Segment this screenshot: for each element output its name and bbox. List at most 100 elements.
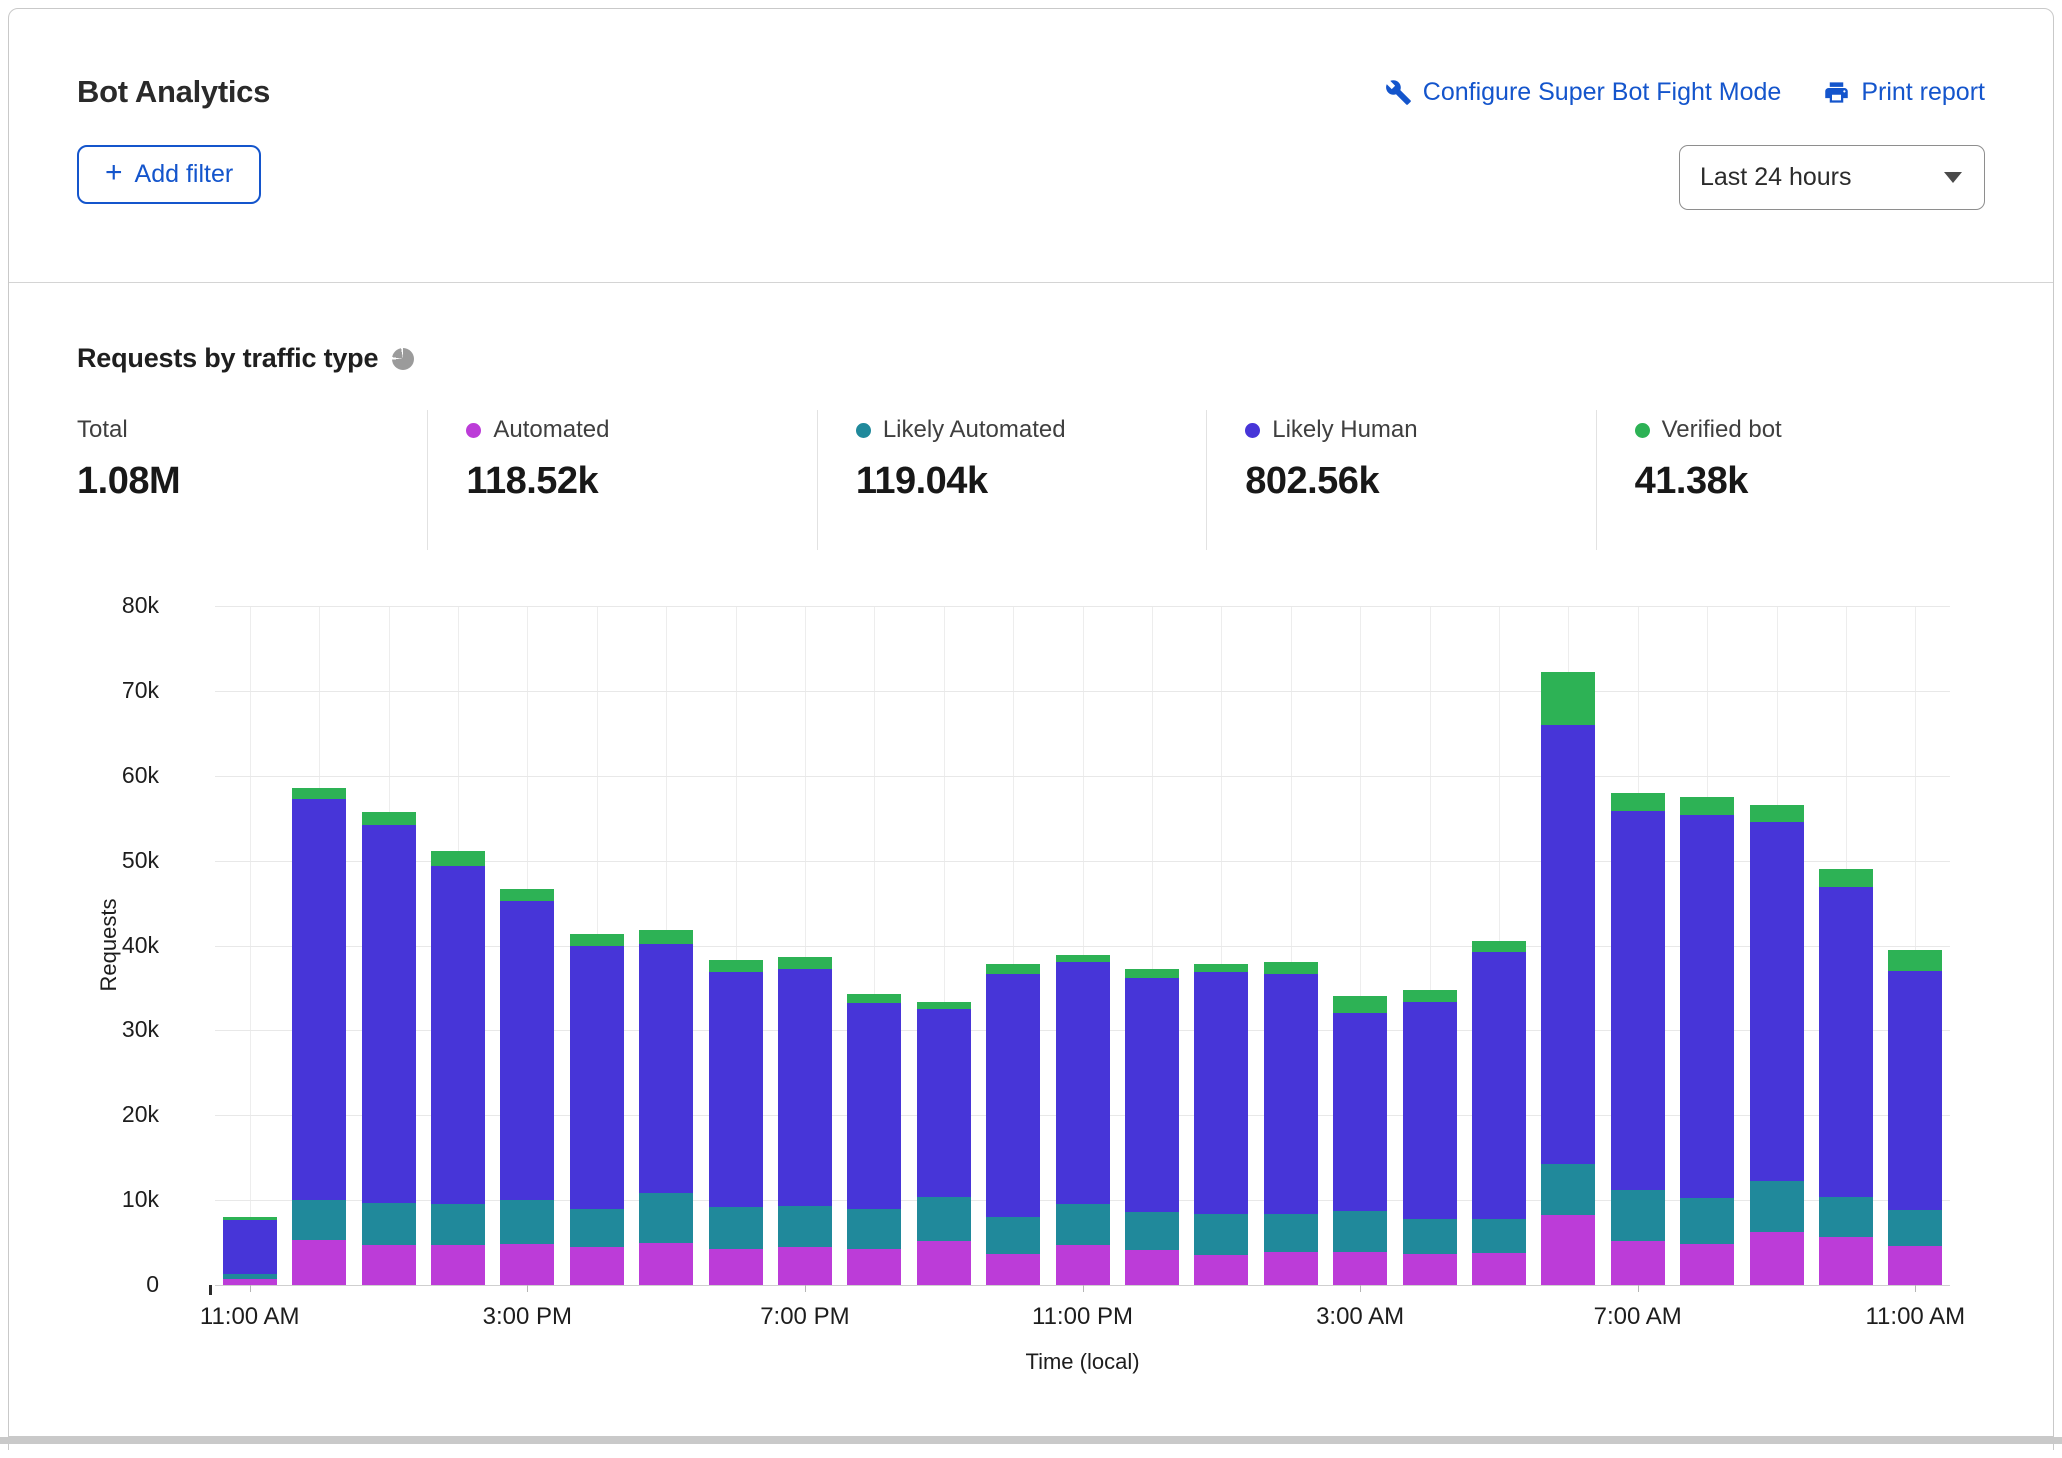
bar-segment-likely-automated[interactable] <box>1056 1204 1110 1246</box>
bar-segment-likely-automated[interactable] <box>639 1193 693 1243</box>
bar-segment-automated[interactable] <box>1264 1252 1318 1285</box>
bar-segment-automated[interactable] <box>709 1249 763 1285</box>
bar-segment-likely-automated[interactable] <box>223 1274 277 1279</box>
bar-segment-automated[interactable] <box>1125 1250 1179 1285</box>
bar-segment-verified-bot[interactable] <box>847 994 901 1003</box>
bar-segment-likely-human[interactable] <box>292 799 346 1200</box>
bar-segment-likely-automated[interactable] <box>431 1204 485 1245</box>
bar-segment-likely-human[interactable] <box>1888 971 1942 1210</box>
bar-segment-likely-automated[interactable] <box>1125 1212 1179 1250</box>
bar-segment-automated[interactable] <box>431 1245 485 1285</box>
bar-segment-verified-bot[interactable] <box>1472 941 1526 952</box>
bar-segment-likely-human[interactable] <box>1194 972 1248 1214</box>
bar-segment-automated[interactable] <box>1611 1241 1665 1285</box>
bar-segment-automated[interactable] <box>1333 1252 1387 1285</box>
bar-segment-verified-bot[interactable] <box>362 812 416 825</box>
bar-segment-verified-bot[interactable] <box>1888 950 1942 971</box>
bar-segment-likely-human[interactable] <box>1750 822 1804 1181</box>
bar-segment-likely-automated[interactable] <box>1611 1190 1665 1241</box>
bar-segment-likely-human[interactable] <box>1680 815 1734 1198</box>
time-range-select[interactable]: Last 24 hours <box>1679 145 1985 210</box>
configure-super-bot-fight-mode-link[interactable]: Configure Super Bot Fight Mode <box>1385 78 1782 107</box>
bar-segment-automated[interactable] <box>639 1243 693 1285</box>
bar-segment-verified-bot[interactable] <box>1611 793 1665 811</box>
bar-segment-likely-human[interactable] <box>1611 811 1665 1190</box>
bar-segment-likely-automated[interactable] <box>847 1209 901 1249</box>
bar-segment-likely-automated[interactable] <box>1750 1181 1804 1232</box>
bar-segment-likely-human[interactable] <box>986 974 1040 1217</box>
add-filter-button[interactable]: + Add filter <box>77 145 261 204</box>
bar-segment-verified-bot[interactable] <box>778 957 832 969</box>
bar-segment-verified-bot[interactable] <box>709 960 763 972</box>
bar-segment-likely-human[interactable] <box>362 825 416 1203</box>
bar-segment-likely-automated[interactable] <box>570 1209 624 1247</box>
bar-segment-likely-automated[interactable] <box>1333 1211 1387 1252</box>
bar-segment-verified-bot[interactable] <box>639 930 693 944</box>
bar-segment-likely-human[interactable] <box>1125 978 1179 1212</box>
bar-segment-likely-human[interactable] <box>1056 962 1110 1203</box>
bar-segment-automated[interactable] <box>917 1241 971 1285</box>
bar-segment-likely-human[interactable] <box>431 866 485 1205</box>
bar-segment-likely-human[interactable] <box>847 1003 901 1208</box>
bar-segment-likely-automated[interactable] <box>292 1200 346 1240</box>
bar-segment-verified-bot[interactable] <box>1333 996 1387 1014</box>
bar-segment-likely-automated[interactable] <box>1403 1219 1457 1255</box>
bar-segment-verified-bot[interactable] <box>292 788 346 798</box>
bar-segment-likely-human[interactable] <box>570 946 624 1208</box>
bar-segment-verified-bot[interactable] <box>500 889 554 901</box>
bar-segment-likely-human[interactable] <box>1264 974 1318 1214</box>
bar-segment-automated[interactable] <box>847 1249 901 1285</box>
bar-segment-automated[interactable] <box>292 1240 346 1285</box>
bar-segment-automated[interactable] <box>1750 1232 1804 1285</box>
bar-segment-likely-automated[interactable] <box>709 1207 763 1249</box>
bar-segment-automated[interactable] <box>1541 1215 1595 1285</box>
bar-segment-likely-automated[interactable] <box>362 1203 416 1245</box>
bar-segment-likely-human[interactable] <box>1333 1013 1387 1211</box>
bar-segment-likely-automated[interactable] <box>1194 1214 1248 1256</box>
bar-segment-verified-bot[interactable] <box>1056 955 1110 963</box>
bar-segment-likely-human[interactable] <box>778 969 832 1206</box>
bar-segment-verified-bot[interactable] <box>1403 990 1457 1001</box>
bar-segment-automated[interactable] <box>1680 1244 1734 1285</box>
bar-segment-likely-human[interactable] <box>709 972 763 1207</box>
bar-segment-likely-human[interactable] <box>917 1009 971 1197</box>
bar-segment-likely-human[interactable] <box>639 944 693 1194</box>
bar-segment-automated[interactable] <box>1819 1237 1873 1285</box>
bar-segment-automated[interactable] <box>1194 1255 1248 1285</box>
bar-segment-likely-automated[interactable] <box>1819 1197 1873 1238</box>
bar-segment-likely-automated[interactable] <box>917 1197 971 1241</box>
bar-segment-verified-bot[interactable] <box>1125 969 1179 977</box>
bar-segment-verified-bot[interactable] <box>1819 869 1873 887</box>
bar-segment-likely-automated[interactable] <box>1888 1210 1942 1246</box>
bar-segment-likely-automated[interactable] <box>500 1200 554 1244</box>
bar-segment-verified-bot[interactable] <box>1264 962 1318 973</box>
bar-segment-likely-human[interactable] <box>1472 952 1526 1219</box>
bar-segment-likely-automated[interactable] <box>1541 1164 1595 1214</box>
bar-segment-automated[interactable] <box>362 1245 416 1285</box>
bar-segment-automated[interactable] <box>1472 1253 1526 1285</box>
bar-segment-verified-bot[interactable] <box>917 1002 971 1010</box>
bar-segment-automated[interactable] <box>778 1247 832 1285</box>
bar-segment-verified-bot[interactable] <box>570 934 624 946</box>
bar-segment-likely-human[interactable] <box>1403 1002 1457 1219</box>
bar-segment-verified-bot[interactable] <box>1750 805 1804 821</box>
bar-segment-likely-automated[interactable] <box>1472 1219 1526 1253</box>
bar-segment-verified-bot[interactable] <box>1541 672 1595 725</box>
bar-segment-likely-automated[interactable] <box>986 1217 1040 1254</box>
bar-segment-automated[interactable] <box>500 1244 554 1285</box>
bar-segment-verified-bot[interactable] <box>1194 964 1248 972</box>
bar-segment-verified-bot[interactable] <box>986 964 1040 974</box>
bar-segment-verified-bot[interactable] <box>223 1217 277 1220</box>
bar-segment-automated[interactable] <box>1056 1245 1110 1285</box>
bar-segment-likely-automated[interactable] <box>1680 1198 1734 1245</box>
bar-segment-likely-human[interactable] <box>223 1220 277 1274</box>
bar-segment-automated[interactable] <box>986 1254 1040 1285</box>
bar-segment-automated[interactable] <box>1403 1254 1457 1285</box>
bar-segment-likely-automated[interactable] <box>778 1206 832 1247</box>
bar-segment-likely-automated[interactable] <box>1264 1214 1318 1252</box>
bar-segment-verified-bot[interactable] <box>1680 797 1734 815</box>
print-report-link[interactable]: Print report <box>1823 78 1985 107</box>
bar-segment-likely-human[interactable] <box>1819 887 1873 1197</box>
bar-segment-verified-bot[interactable] <box>431 851 485 865</box>
bar-segment-automated[interactable] <box>1888 1246 1942 1285</box>
